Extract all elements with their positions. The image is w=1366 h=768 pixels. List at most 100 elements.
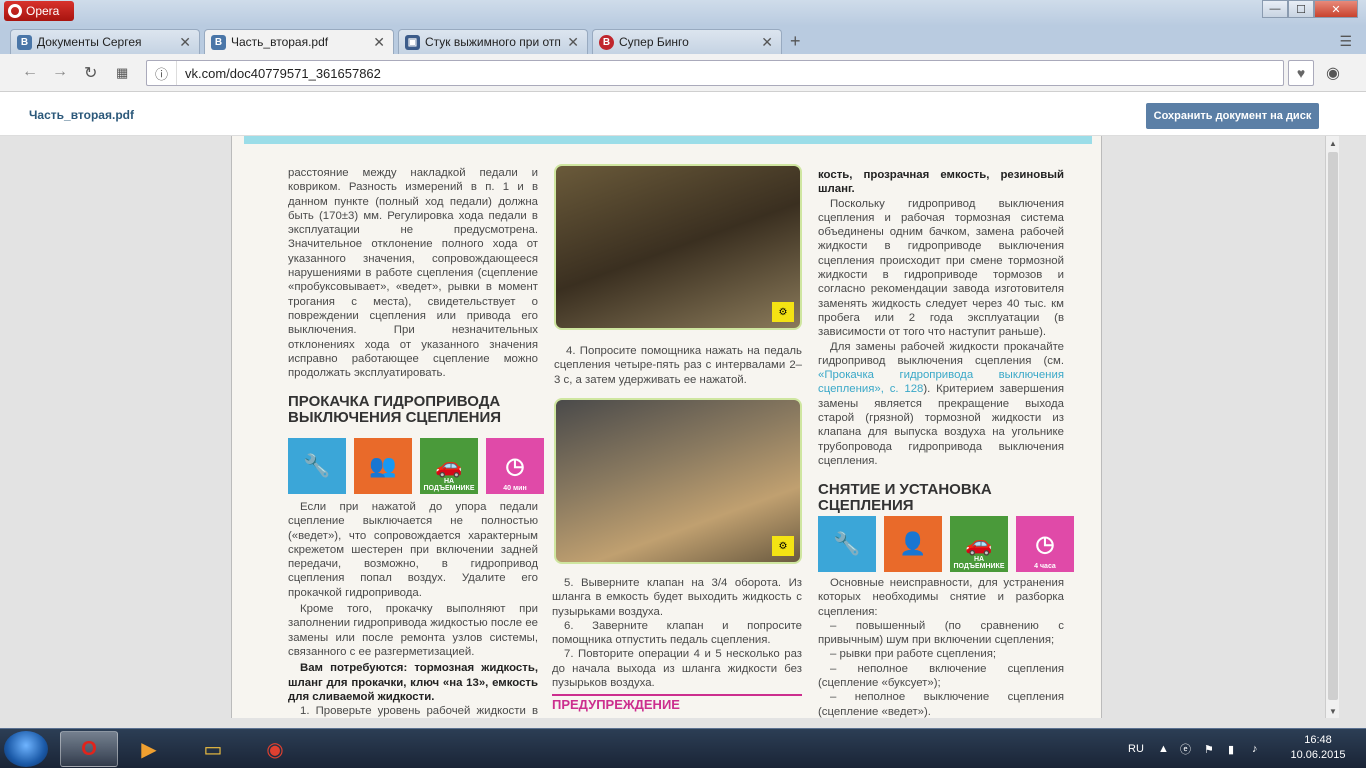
paragraph: Если при нажатой до упора педали сцеплен… (288, 501, 538, 599)
paragraph: 6. Заверните клапан и попросите помощник… (552, 619, 802, 647)
save-to-disk-button[interactable]: Сохранить документ на диск (1146, 103, 1319, 129)
photo-valve: ⚙ (554, 398, 802, 564)
tab-forum[interactable]: ▣ Стук выжимного при отп ✕ (398, 29, 588, 54)
close-window-button[interactable]: ✕ (1314, 0, 1358, 18)
volume-icon[interactable]: ♪ (1252, 729, 1258, 768)
column-1-lower: Если при нажатой до упора педали сцеплен… (288, 500, 538, 718)
language-indicator[interactable]: RU (1128, 729, 1144, 768)
speed-dial-icon[interactable]: ▦ (116, 65, 128, 81)
list-item: – рывки при работе сцепления; (830, 648, 997, 661)
site-info-icon[interactable]: ⓘ (147, 61, 177, 85)
tab-pdf[interactable]: В Часть_вторая.pdf ✕ (204, 29, 394, 54)
requirements: Вам потребуются: тормозная жидкость, шла… (288, 662, 538, 703)
vk-icon: В (211, 34, 226, 50)
paragraph: 7. Повторите операции 4 и 5 несколько ра… (552, 648, 802, 690)
opera-menu-button[interactable]: Opera (4, 1, 74, 21)
photo-pedal: ⚙ (554, 164, 802, 330)
network-icon[interactable]: ▮ (1228, 729, 1234, 768)
window-controls: — ☐ ✕ (1262, 0, 1358, 20)
page-top-strip (244, 136, 1092, 144)
maximize-button[interactable]: ☐ (1288, 0, 1314, 18)
list-item: – повышенный (по сравнению с привычным) … (818, 619, 1064, 647)
close-tab-icon[interactable]: ✕ (373, 34, 385, 51)
scroll-down-icon[interactable]: ▼ (1326, 704, 1340, 718)
taskbar: O ▶ ▭ ◉ RU ▲ ⓔ ⚑ ▮ ♪ 16:48 10.06.2015 (0, 728, 1366, 768)
paragraph: Основные неисправности, для устранения к… (818, 577, 1064, 618)
close-tab-icon[interactable]: ✕ (179, 34, 191, 51)
wrench-icon: 🔧 (288, 438, 346, 494)
close-tab-icon[interactable]: ✕ (761, 34, 773, 51)
clock-icon: ◷ 4 часа (1016, 516, 1074, 572)
list-item: – неполное выключение сцепления (сцеплен… (818, 691, 1064, 718)
paragraph: 5. Выверните клапан на 3/4 оборота. Из ш… (552, 577, 802, 618)
start-button[interactable] (4, 731, 48, 767)
title-bar: Opera — ☐ ✕ (0, 0, 1366, 26)
app-name: Opera (26, 4, 60, 18)
url-text[interactable]: vk.com/doc40779571_361657862 (177, 66, 381, 81)
close-tab-icon[interactable]: ✕ (567, 34, 579, 51)
paragraph: 4. Попросите помощника нажать на педаль … (554, 345, 802, 386)
forward-icon[interactable]: → (52, 63, 68, 81)
scroll-thumb[interactable] (1328, 152, 1338, 700)
column-3-lower: Основные неисправности, для устранения к… (818, 576, 1064, 718)
profile-icon[interactable]: ◉ (1326, 63, 1340, 83)
pdf-page: расстояние между накладкой педали и ковр… (231, 136, 1102, 718)
document-title[interactable]: Часть_вторая.pdf (29, 108, 134, 122)
car-lift-icon: 🚗 НА ПОДЪЕМНИКЕ (420, 438, 478, 494)
address-bar[interactable]: ⓘ vk.com/doc40779571_361657862 (146, 60, 1284, 86)
tab-bar: В Документы Сергея ✕ В Часть_вторая.pdf … (0, 26, 1366, 54)
tab-label: Часть_вторая.pdf (231, 35, 329, 49)
scroll-up-icon[interactable]: ▲ (1326, 136, 1340, 150)
bingo-icon: B (599, 34, 614, 50)
tray-app-icon[interactable]: ⓔ (1180, 729, 1191, 768)
clock-icon: ◷ 40 мин (486, 438, 544, 494)
column-3: кость, прозрачная емкость, резиновый шла… (818, 168, 1064, 514)
explorer-taskbar-icon[interactable]: ▭ (184, 731, 242, 767)
tab-label: Документы Сергея (37, 35, 142, 49)
pdf-viewer: расстояние между накладкой педали и ковр… (0, 136, 1366, 728)
section-heading: СНЯТИЕ И УСТАНОВКА СЦЕПЛЕНИЯ (818, 481, 992, 515)
icon-row-2: 🔧 👤 🚗 НА ПОДЪЕМНИКЕ ◷ 4 часа (818, 516, 1074, 572)
vertical-scrollbar[interactable]: ▲ ▼ (1325, 136, 1339, 718)
icon-row-1: 🔧 👥 🚗 НА ПОДЪЕМНИКЕ ◷ 40 мин (288, 438, 544, 494)
heart-icon[interactable]: ♥ (1288, 60, 1314, 86)
chrome-taskbar-icon[interactable]: ◉ (246, 731, 304, 767)
people-icon: 👥 (354, 438, 412, 494)
badge-icon: ⚙ (772, 302, 794, 322)
tab-label: Супер Бинго (619, 35, 689, 49)
document-header: Часть_вторая.pdf Сохранить документ на д… (0, 92, 1366, 136)
car-icon: ▣ (405, 34, 420, 50)
opera-taskbar-icon[interactable]: O (60, 731, 118, 767)
list-item: – неполное включение сцепления (сцеплени… (818, 662, 1064, 690)
clock-date: 10.06.2015 (1290, 749, 1346, 761)
new-tab-icon[interactable]: + (790, 31, 801, 52)
back-icon[interactable]: ← (22, 63, 38, 81)
requirements: кость, прозрачная емкость, резиновый шла… (818, 169, 1064, 196)
address-toolbar: ← → ↻ ▦ ⓘ vk.com/doc40779571_361657862 ♥… (0, 54, 1366, 92)
show-hidden-icons-icon[interactable]: ▲ (1158, 729, 1169, 768)
opera-logo-icon (8, 4, 22, 18)
tab-label: Стук выжимного при отп (425, 35, 561, 49)
paragraph: Для замены рабочей жидкости прокачайте г… (818, 340, 1064, 367)
paragraph: расстояние между накладкой педали и ковр… (288, 167, 538, 380)
browser-window: Opera — ☐ ✕ В Документы Сергея ✕ В Часть… (0, 0, 1366, 728)
wrench-icon: 🔧 (818, 516, 876, 572)
media-player-taskbar-icon[interactable]: ▶ (120, 731, 178, 767)
warning-heading: ПРЕДУПРЕЖДЕНИЕ (552, 694, 802, 712)
tab-documents[interactable]: В Документы Сергея ✕ (10, 29, 200, 54)
badge-icon: ⚙ (772, 536, 794, 556)
minimize-button[interactable]: — (1262, 0, 1288, 18)
column-2-text: 5. Выверните клапан на 3/4 оборота. Из ш… (552, 576, 802, 713)
car-lift-icon: 🚗 НА ПОДЪЕМНИКЕ (950, 516, 1008, 572)
tab-menu-icon[interactable]: ☰ (1339, 33, 1352, 50)
tab-bingo[interactable]: B Супер Бинго ✕ (592, 29, 782, 54)
column-1: расстояние между накладкой педали и ковр… (288, 166, 538, 426)
action-center-icon[interactable]: ⚑ (1204, 729, 1214, 768)
section-heading: ПРОКАЧКА ГИДРОПРИВОДА ВЫКЛЮЧЕНИЯ СЦЕПЛЕН… (288, 393, 502, 427)
paragraph: 1. Проверьте уровень рабочей жидкости в … (300, 705, 538, 718)
reload-icon[interactable]: ↻ (84, 63, 97, 83)
paragraph: ). Критерием завершения замены является … (818, 383, 1065, 467)
person-icon: 👤 (884, 516, 942, 572)
system-clock[interactable]: 16:48 10.06.2015 (1278, 733, 1358, 763)
paragraph: Кроме того, прокачку выполняют при запол… (288, 603, 538, 658)
